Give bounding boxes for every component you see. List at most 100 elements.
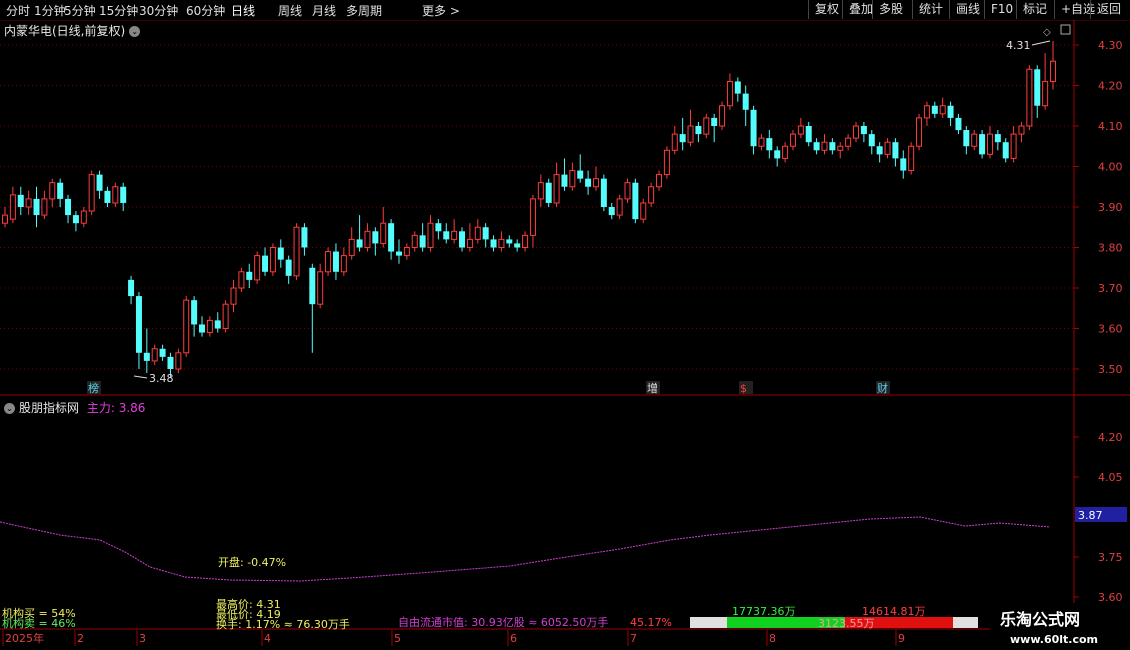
- candle-body: [813, 142, 820, 151]
- price-tick-label: 3.80: [1098, 242, 1123, 255]
- candle-body: [191, 300, 198, 325]
- indicator-name: 股朋指标网: [19, 401, 80, 415]
- candle-body: [88, 174, 95, 212]
- candle-body: [230, 287, 237, 305]
- event-marker: 财: [877, 381, 888, 395]
- candle-body: [632, 182, 639, 220]
- candle-body: [789, 133, 796, 147]
- indicator-tick-label: 3.75: [1098, 551, 1123, 564]
- candle-body: [435, 223, 442, 232]
- candle-body: [128, 279, 135, 297]
- candle-body: [797, 125, 804, 135]
- candle-body: [837, 145, 844, 151]
- candle-body: [380, 222, 387, 244]
- mid-value: 3123.55万: [818, 617, 875, 630]
- candle-body: [17, 194, 24, 207]
- candle-body: [592, 178, 599, 188]
- candle-body: [900, 158, 907, 171]
- date-label: 5: [394, 632, 401, 645]
- candle-body: [72, 215, 79, 224]
- candle-body: [120, 186, 127, 203]
- candle-body: [112, 186, 119, 204]
- candle-body: [726, 80, 733, 107]
- candle-body: [1034, 69, 1041, 106]
- candle-body: [33, 198, 40, 216]
- candle-body: [994, 134, 1001, 143]
- candle-body: [325, 251, 332, 273]
- candle-body: [986, 133, 993, 155]
- candle-body: [222, 303, 229, 330]
- candle-body: [522, 234, 529, 249]
- candle-body: [411, 234, 418, 249]
- candle-body: [1002, 142, 1009, 159]
- price-tick-label: 3.70: [1098, 282, 1123, 295]
- candle-body: [805, 126, 812, 143]
- float-cap: 自由流通市值: 30.93亿股 ≈ 6052.50万手: [398, 615, 608, 629]
- candle-body: [167, 356, 174, 369]
- candle-body: [860, 126, 867, 135]
- candle-body: [301, 227, 308, 248]
- watermark-title: 乐淘公式网: [1000, 610, 1080, 629]
- candle-body: [758, 137, 765, 147]
- candle-body: [49, 182, 56, 200]
- candle-body: [317, 271, 324, 305]
- candle-body: [876, 146, 883, 155]
- candle-body: [608, 207, 615, 216]
- window-icon: [1060, 24, 1071, 35]
- candle-body: [979, 134, 986, 155]
- candle-body: [703, 117, 710, 135]
- date-label: 4: [264, 632, 271, 645]
- candle-body: [829, 142, 836, 151]
- candle-body: [695, 126, 702, 135]
- candle-body: [443, 231, 450, 240]
- candle-body: [506, 239, 513, 244]
- candle-body: [585, 178, 592, 187]
- bar-left-gray: [690, 617, 727, 628]
- candle-body: [742, 93, 749, 110]
- candle-body: [648, 186, 655, 204]
- candle-body: [2, 214, 8, 224]
- candle-body: [955, 117, 962, 131]
- event-marker: 榜: [88, 381, 99, 395]
- candle-body: [466, 238, 473, 248]
- main-force-line: [0, 516, 1051, 582]
- date-label: 2025年: [5, 631, 44, 645]
- candle-body: [183, 299, 190, 354]
- event-marker: 增: [647, 381, 658, 395]
- candle-body: [206, 319, 213, 334]
- candle-body: [939, 105, 946, 115]
- kline-chart[interactable]: 4.30 4.20 4.10 4.00 3.90 3.80 3.70 3.60 3.50 4.31…: [0, 0, 1130, 650]
- candle-body: [80, 210, 87, 224]
- candle-body: [908, 145, 915, 172]
- low-mark-arrow: [133, 375, 148, 379]
- candle-body: [246, 271, 253, 280]
- price-tick-label: 4.00: [1098, 161, 1123, 174]
- candle-body: [175, 352, 182, 370]
- main-force-value: 主力: 3.86: [86, 401, 146, 415]
- price-tick-label: 4.30: [1098, 39, 1123, 52]
- date-label: 8: [769, 632, 776, 645]
- candle-body: [916, 117, 923, 147]
- candle-body: [687, 125, 694, 143]
- candle-body: [41, 198, 48, 216]
- candle-body: [821, 141, 828, 151]
- candle-body: [561, 174, 568, 187]
- candle-body: [159, 348, 166, 357]
- candle-body: [947, 105, 954, 118]
- candle-body: [774, 150, 781, 159]
- indicator-tick-label: 4.05: [1098, 471, 1123, 484]
- chevron-down-icon[interactable]: ⌄: [4, 403, 15, 414]
- date-label: 2: [77, 632, 84, 645]
- candle-body: [277, 247, 284, 260]
- candle-body: [395, 251, 402, 256]
- candle-body: [1050, 60, 1056, 82]
- candle-body: [498, 238, 505, 248]
- high-mark: 4.31: [1006, 39, 1031, 52]
- candle-body: [1042, 80, 1049, 107]
- indicator-tick-label: 4.20: [1098, 431, 1123, 444]
- candle-body: [269, 247, 276, 273]
- candle-body: [214, 320, 221, 329]
- candle-body: [1026, 68, 1033, 127]
- current-value: 3.87: [1078, 509, 1103, 522]
- candle-body: [971, 133, 978, 147]
